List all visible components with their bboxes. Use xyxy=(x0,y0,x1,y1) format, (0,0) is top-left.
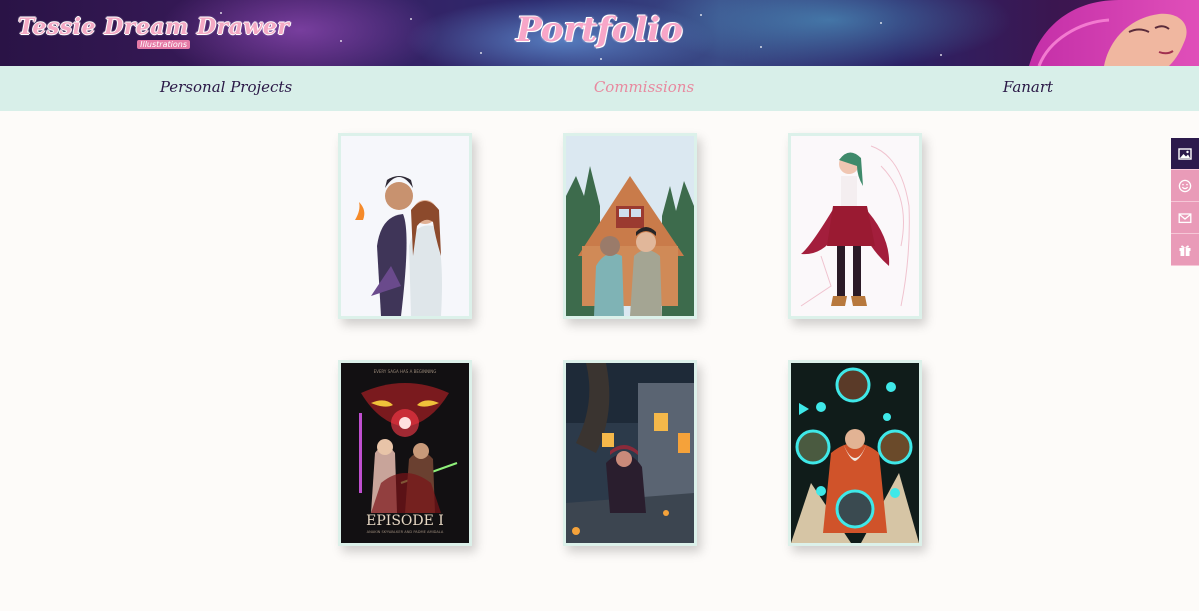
category-nav: Personal Projects Commissions Fanart xyxy=(0,66,1199,111)
artwork-thumbnail xyxy=(791,363,919,543)
poster-title: EPISODE I xyxy=(366,513,444,529)
nav-commissions[interactable]: Commissions xyxy=(594,78,694,96)
artwork-thumbnail xyxy=(341,136,469,316)
gallery-item-dungeon-masters-medallions[interactable] xyxy=(788,360,922,546)
artwork-thumbnail: EVERY SAGA HAS A BEGINNING EPISODE I ANA… xyxy=(341,363,469,543)
gallery-item-night-alley-scene[interactable] xyxy=(563,360,697,546)
gallery-item-episode-1-poster[interactable]: EVERY SAGA HAS A BEGINNING EPISODE I ANA… xyxy=(338,360,472,546)
artwork-thumbnail xyxy=(566,136,694,316)
gallery-item-red-caped-heroine[interactable] xyxy=(788,133,922,319)
side-menu-about-button[interactable] xyxy=(1171,170,1199,202)
gift-icon xyxy=(1179,245,1191,256)
nav-personal-projects[interactable]: Personal Projects xyxy=(160,78,292,96)
artwork-thumbnail xyxy=(566,363,694,543)
header-banner: Tessie Dream Drawer Illustrations Portfo… xyxy=(0,0,1199,66)
banner-character-illustration xyxy=(1029,0,1199,66)
gallery-item-couple-fantasy-portrait[interactable] xyxy=(338,133,472,319)
side-menu-contact-button[interactable] xyxy=(1171,202,1199,234)
poster-subtitle: ANAKIN SKYWALKER AND PADME AMIDALA xyxy=(367,530,444,534)
smiley-icon xyxy=(1178,179,1192,192)
artwork-thumbnail xyxy=(791,136,919,316)
envelope-icon xyxy=(1178,212,1192,223)
poster-tagline: EVERY SAGA HAS A BEGINNING xyxy=(374,369,437,374)
side-menu xyxy=(1171,138,1199,266)
image-icon xyxy=(1178,147,1192,160)
side-menu-shop-button[interactable] xyxy=(1171,234,1199,266)
nav-fanart[interactable]: Fanart xyxy=(1003,78,1053,96)
gallery-item-cabin-duo-portrait[interactable] xyxy=(563,133,697,319)
side-menu-gallery-button[interactable] xyxy=(1171,138,1199,170)
